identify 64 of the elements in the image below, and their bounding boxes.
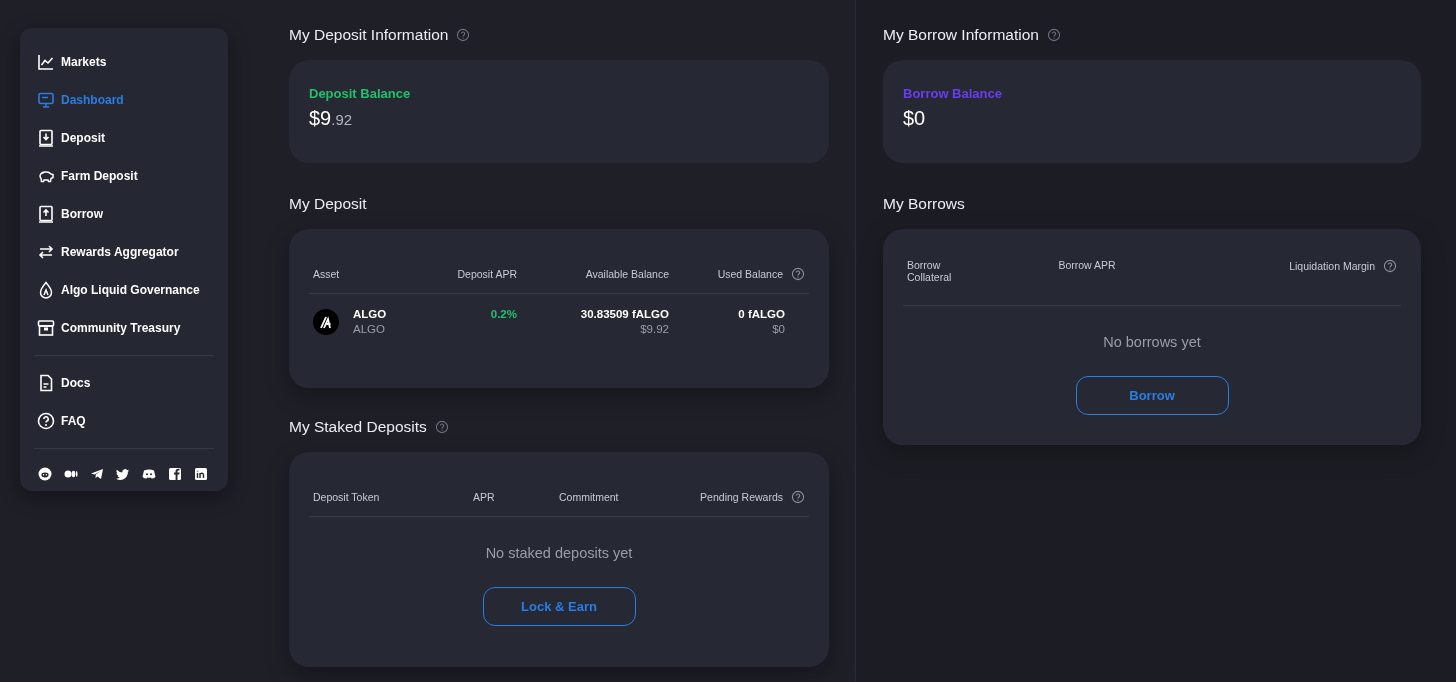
upload-box-icon (37, 205, 55, 223)
help-icon[interactable] (791, 490, 805, 504)
section-title: My Deposit Information (289, 26, 449, 44)
help-icon[interactable] (434, 420, 449, 434)
token-logo-icon (313, 308, 339, 335)
balance-amount: $0 (903, 107, 926, 130)
sidebar-item[interactable]: FAQ (34, 402, 89, 440)
sidebar-item[interactable]: Deposit (34, 119, 108, 157)
column-header: Borrow APR (1058, 259, 1116, 271)
sidebar-item[interactable]: Docs (34, 364, 94, 402)
help-icon[interactable] (456, 28, 471, 42)
chest-icon (37, 319, 55, 337)
help-icon[interactable] (1046, 28, 1061, 42)
usd-value: $9.92 (640, 323, 669, 335)
apr-value: 0.2% (490, 308, 517, 320)
social-icon[interactable] (38, 467, 52, 481)
drop-icon (37, 281, 55, 299)
empty-message: No borrows yet (1103, 334, 1201, 350)
help-icon[interactable] (1383, 259, 1397, 273)
column-header: Pending Rewards (700, 491, 783, 503)
lock-earn-button[interactable]: Lock & Earn (482, 587, 636, 626)
download-box-icon (37, 129, 55, 147)
asset-name: ALGO (353, 308, 387, 320)
usd-value: $0 (772, 323, 785, 335)
asset-symbol: ALGO (353, 323, 386, 335)
borrow-button[interactable]: Borrow (1075, 376, 1229, 415)
balance-decimals: .92 (331, 111, 353, 128)
swap-arrows-icon (37, 243, 55, 261)
section-title: My Borrow Information (883, 26, 1039, 44)
sidebar-item[interactable]: Farm Deposit (34, 157, 141, 195)
sidebar-item[interactable]: Borrow (34, 195, 106, 233)
column-header: Commitment (559, 491, 619, 503)
column-header: Deposit Token (313, 491, 380, 503)
column-header: Used Balance (717, 268, 783, 280)
empty-message: No staked deposits yet (485, 545, 633, 561)
balance-amount: $9 (309, 107, 332, 130)
section-title: My Deposit (289, 195, 367, 213)
monitor-icon (37, 91, 55, 109)
social-icon[interactable] (90, 467, 104, 481)
help-icon[interactable] (791, 267, 805, 281)
social-icon[interactable] (116, 467, 130, 481)
column-header: APR (473, 491, 495, 503)
question-circle-icon (37, 412, 55, 430)
social-icon[interactable] (194, 467, 208, 481)
sidebar-item[interactable]: Markets (34, 43, 110, 81)
balance-value: 0 fALGO (738, 308, 785, 320)
balance-label: Deposit Balance (309, 86, 411, 101)
section-title: My Staked Deposits (289, 418, 427, 436)
chart-icon (37, 53, 55, 71)
sidebar-item[interactable]: Algo Liquid Governance (34, 271, 203, 309)
sidebar-item[interactable]: Dashboard (34, 81, 127, 119)
balance-label: Borrow Balance (903, 86, 1002, 101)
column-header: Deposit APR (457, 268, 517, 280)
column-header: Available Balance (585, 268, 669, 280)
social-icon[interactable] (142, 467, 156, 481)
sidebar-item[interactable]: Rewards Aggregator (34, 233, 182, 271)
section-title: My Borrows (883, 195, 965, 213)
sidebar-item[interactable]: Community Treasury (34, 309, 184, 347)
column-header: Borrow Collateral (907, 259, 953, 283)
social-icon[interactable] (168, 467, 182, 481)
column-header: Asset (313, 268, 340, 280)
column-header: Liquidation Margin (1289, 260, 1375, 272)
document-icon (37, 374, 55, 392)
balance-value: 30.83509 fALGO (580, 308, 669, 320)
